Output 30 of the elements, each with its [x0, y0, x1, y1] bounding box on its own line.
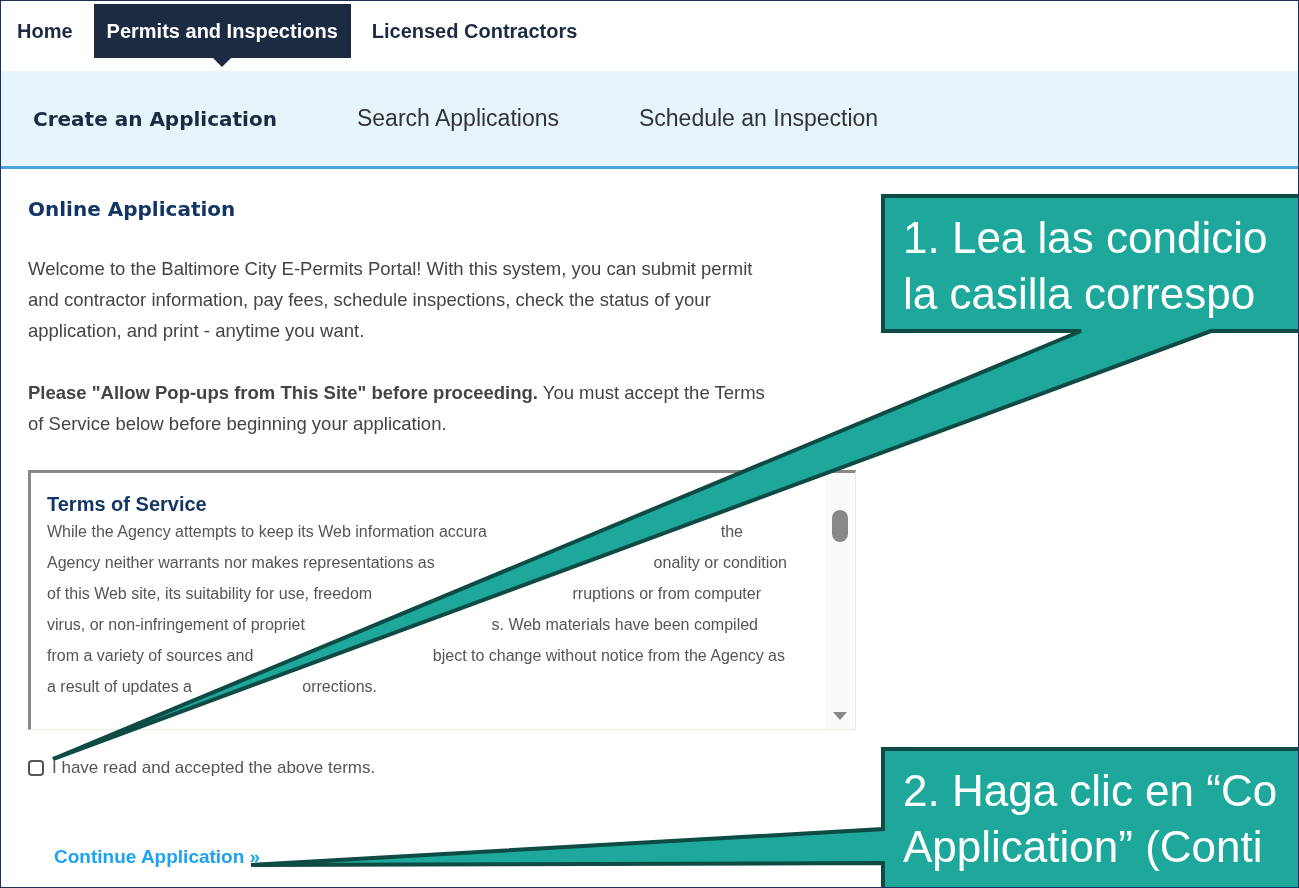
callout-text: 1. Lea las condicio: [903, 212, 1268, 264]
paragraph: Please "Allow Pop-ups from This Site" before proceeding. You must accept the Terms of Service below before beginning your application.: [28, 381, 766, 436]
terms-text: rruptions or from computer: [572, 584, 761, 604]
paragraph: Welcome to the Baltimore City E-Permits Portal! With this system, you can submit permit and contractor information, pay fees, schedule inspections, check the status of your application, and print - anytime you want.: [28, 257, 754, 343]
nav-tab[interactable]: Home: [4, 4, 86, 58]
terms-text: a result of updates a: [47, 677, 192, 697]
sub-nav-tab[interactable]: Schedule an Inspection: [639, 105, 879, 132]
nav-tab[interactable]: Licensed Contractors: [358, 4, 591, 58]
terms-text: orrections.: [302, 677, 377, 697]
terms-text: Agency neither warrants nor makes representations as: [47, 553, 435, 573]
nav-tab[interactable]: Permits and Inspections: [93, 4, 351, 58]
callout-text: 2. Haga clic en “Co: [903, 765, 1278, 817]
terms-text: of this Web site, its suitability for use, freedom: [47, 584, 373, 604]
callout-text: la casilla correspo: [903, 268, 1257, 320]
terms-text: bject to change without notice from the Agency as: [432, 646, 785, 666]
terms-text: While the Agency attempts to keep its Web information accura: [47, 522, 487, 542]
checkbox-label: I have read and accepted the above terms.: [52, 758, 376, 778]
scroll-down-icon[interactable]: [832, 711, 848, 721]
section-heading: Online Application: [28, 197, 237, 221]
terms-text: from a variety of sources and: [47, 646, 254, 666]
terms-title: Terms of Service: [47, 493, 208, 516]
terms-text: onality or condition: [653, 553, 787, 573]
sub-nav-tab[interactable]: Create an Application: [33, 106, 277, 131]
checkbox[interactable]: [28, 760, 44, 776]
terms-text: the: [720, 522, 743, 542]
terms-text: virus, or non-infringement of propriet: [47, 615, 305, 635]
terms-text: s. Web materials have been compiled: [491, 615, 758, 635]
scrollbar-thumb[interactable]: [832, 510, 848, 542]
sub-nav-tab[interactable]: Search Applications: [356, 105, 559, 132]
callout-text: Application” (Conti: [903, 821, 1264, 873]
